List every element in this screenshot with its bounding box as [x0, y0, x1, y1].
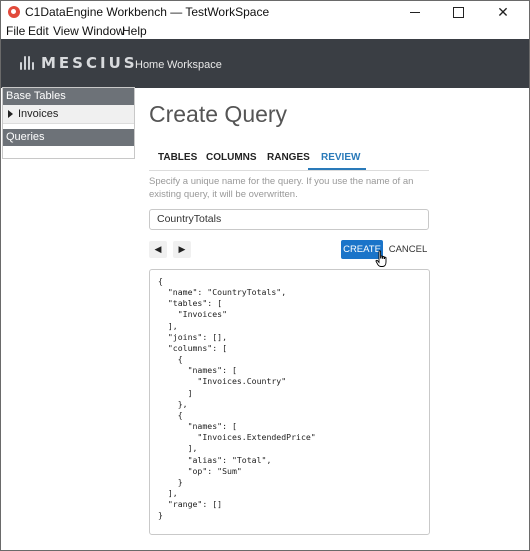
tab-ranges[interactable]: RANGES [267, 152, 310, 163]
tab-tables[interactable]: TABLES [158, 152, 197, 163]
expand-caret-icon[interactable] [8, 110, 13, 118]
next-step-button[interactable]: ▶ [173, 241, 191, 258]
logo-text: MESCIUS [41, 54, 138, 72]
menu-window[interactable]: Window [82, 24, 125, 38]
help-text: Specify a unique name for the query. If … [149, 176, 414, 200]
menu-file[interactable]: File [6, 24, 25, 38]
minimize-button[interactable] [393, 1, 437, 23]
previous-step-button[interactable]: ◀ [149, 241, 167, 258]
menu-edit[interactable]: Edit [28, 24, 49, 38]
nav-home[interactable]: Home [135, 59, 164, 71]
query-json-preview: { "name": "CountryTotals", "tables": [ "… [149, 269, 430, 535]
tab-review[interactable]: REVIEW [321, 152, 360, 163]
cancel-button[interactable]: CANCEL [387, 240, 429, 259]
page-title: Create Query [149, 101, 288, 127]
menu-view[interactable]: View [53, 24, 79, 38]
sidebar-section-base-tables[interactable]: Base Tables [3, 88, 134, 105]
query-name-input[interactable] [149, 209, 429, 230]
menu-help[interactable]: Help [122, 24, 147, 38]
hand-cursor-icon [375, 250, 387, 267]
title-bar: C1DataEngine Workbench — TestWorkSpace ✕ [1, 1, 529, 23]
nav-workspace[interactable]: Workspace [167, 59, 222, 71]
close-button[interactable]: ✕ [481, 1, 525, 23]
active-tab-indicator [308, 168, 366, 170]
tab-columns[interactable]: COLUMNS [206, 152, 257, 163]
maximize-button[interactable] [436, 1, 480, 23]
menu-bar: File Edit View Window Help [1, 23, 529, 39]
app-logo-icon [8, 6, 20, 18]
tabs-divider [149, 170, 429, 171]
sidebar-item-invoices[interactable]: Invoices [3, 105, 134, 124]
logo-mark-icon [19, 54, 35, 72]
sidebar: Base Tables Invoices Queries [2, 87, 135, 159]
app-header: MESCIUS Home Workspace [1, 39, 529, 88]
mescius-logo[interactable]: MESCIUS [19, 53, 138, 73]
app-window: C1DataEngine Workbench — TestWorkSpace ✕… [0, 0, 530, 551]
sidebar-item-label: Invoices [18, 108, 59, 120]
window-title: C1DataEngine Workbench — TestWorkSpace [25, 5, 270, 19]
sidebar-section-queries[interactable]: Queries [3, 129, 134, 146]
json-preview-text: { "name": "CountryTotals", "tables": [ "… [158, 276, 316, 521]
